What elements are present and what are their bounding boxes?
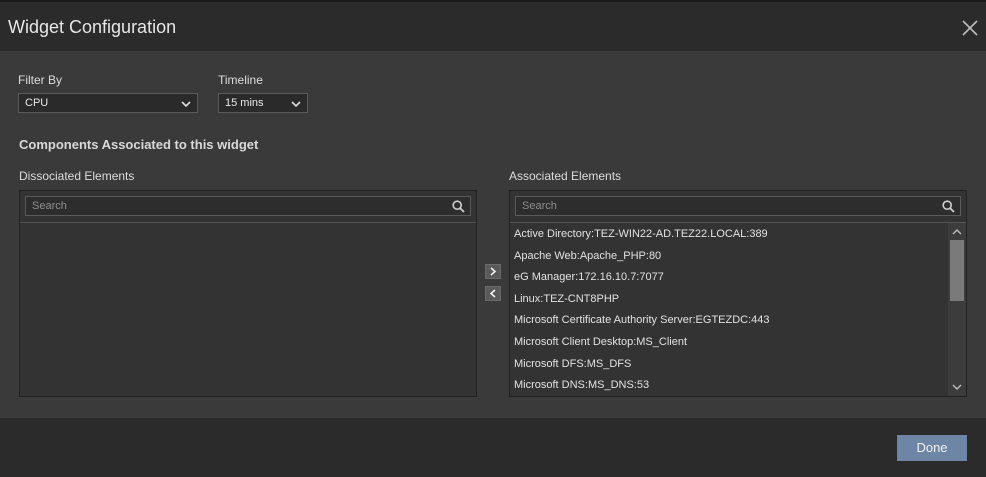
chevron-right-icon [490, 267, 497, 276]
components-title: Components Associated to this widget [19, 137, 259, 152]
list-item[interactable]: Microsoft Client Desktop:MS_Client [510, 331, 948, 353]
filter-by-value: CPU [25, 97, 49, 109]
list-item[interactable]: Microsoft DNS:MS_DNS:53 [510, 374, 948, 396]
chevron-down-icon[interactable] [952, 383, 962, 391]
filter-by-select[interactable]: CPU [18, 93, 198, 113]
move-left-button[interactable] [485, 286, 501, 301]
dissociated-search-input[interactable]: Search [25, 196, 471, 216]
associated-list[interactable]: Active Directory:TEZ-WIN22-AD.TEZ22.LOCA… [510, 223, 948, 396]
timeline-label: Timeline [218, 73, 263, 87]
dissociated-label: Dissociated Elements [19, 169, 135, 183]
timeline-value: 15 mins [225, 97, 264, 109]
dialog-title: Widget Configuration [8, 17, 177, 37]
chevron-up-icon[interactable] [952, 228, 962, 236]
search-placeholder: Search [32, 200, 67, 212]
dialog-footer [0, 418, 986, 477]
dissociated-panel: Search [19, 190, 477, 397]
list-item[interactable]: Microsoft DFS:MS_DFS [510, 353, 948, 375]
scrollbar-thumb[interactable] [950, 240, 964, 301]
search-placeholder: Search [522, 200, 557, 212]
chevron-down-icon [181, 101, 191, 108]
move-right-button[interactable] [485, 264, 501, 279]
scrollbar[interactable] [948, 223, 966, 396]
dialog-header: Widget Configuration [0, 2, 986, 51]
associated-search-input[interactable]: Search [515, 196, 961, 216]
associated-panel: Search Active Directory:TEZ-WIN22-AD.TEZ… [509, 190, 967, 397]
list-item[interactable]: eG Manager:172.16.10.7:7077 [510, 266, 948, 288]
dissociated-list[interactable] [20, 223, 458, 396]
search-icon[interactable] [942, 200, 955, 213]
associated-label: Associated Elements [509, 169, 622, 183]
search-icon[interactable] [452, 200, 465, 213]
done-button[interactable]: Done [897, 435, 967, 461]
timeline-select[interactable]: 15 mins [218, 93, 308, 113]
filter-by-label: Filter By [18, 73, 63, 87]
chevron-left-icon [489, 289, 496, 298]
dialog-body: Filter By CPU Timeline 15 mins Component… [0, 51, 986, 418]
list-item[interactable]: Microsoft Certificate Authority Server:E… [510, 309, 948, 331]
list-item[interactable]: Active Directory:TEZ-WIN22-AD.TEZ22.LOCA… [510, 223, 948, 245]
list-item[interactable]: Linux:TEZ-CNT8PHP [510, 288, 948, 310]
chevron-down-icon [291, 101, 301, 108]
close-icon[interactable] [960, 18, 980, 38]
list-item[interactable]: Apache Web:Apache_PHP:80 [510, 245, 948, 267]
